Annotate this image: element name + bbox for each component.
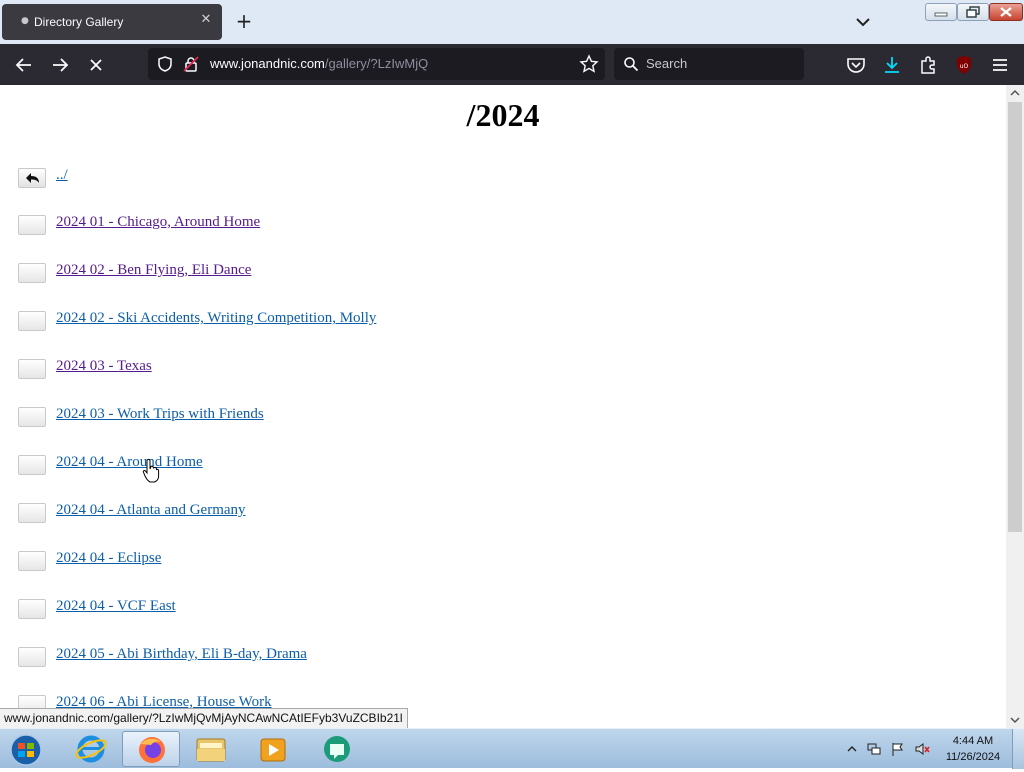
back-arrow-icon[interactable] xyxy=(12,53,36,77)
network-icon[interactable] xyxy=(866,741,882,757)
windows-taskbar: 4:44 AM 11/26/2024 xyxy=(0,728,1024,769)
loading-dot-icon: ● xyxy=(21,16,29,26)
taskbar-app[interactable] xyxy=(308,731,366,767)
url-text[interactable]: www.jonandnic.com/gallery/?LzIwMjQ xyxy=(210,56,428,71)
clock-time: 4:44 AM xyxy=(952,735,994,747)
svg-text:uO: uO xyxy=(960,63,969,70)
taskbar-media-player[interactable] xyxy=(244,731,302,767)
folder-icon[interactable] xyxy=(18,359,46,379)
volume-muted-icon[interactable] xyxy=(914,741,930,757)
folder-icon[interactable] xyxy=(18,599,46,619)
downloads-icon[interactable] xyxy=(880,53,904,77)
url-host: www.jonandnic.com xyxy=(210,56,325,71)
window-minimize-button[interactable] xyxy=(925,3,957,21)
vertical-scrollbar[interactable] xyxy=(1006,85,1024,728)
folder-icon[interactable] xyxy=(18,551,46,571)
tab-directory-gallery[interactable]: ● Directory Gallery ✕ xyxy=(2,4,222,40)
hamburger-menu-icon[interactable] xyxy=(988,53,1012,77)
tracking-shield-icon[interactable] xyxy=(156,55,174,73)
folder-icon[interactable] xyxy=(18,215,46,235)
internet-explorer-icon xyxy=(75,735,107,763)
folder-icon[interactable] xyxy=(18,311,46,331)
folder-link[interactable]: 2024 01 - Chicago, Around Home xyxy=(56,214,260,231)
folder-link[interactable]: 2024 04 - Eclipse xyxy=(56,550,161,567)
page-title: /2024 xyxy=(466,97,540,133)
close-icon xyxy=(1000,7,1012,17)
address-bar[interactable]: www.jonandnic.com/gallery/?LzIwMjQ xyxy=(148,48,605,80)
media-player-icon xyxy=(260,738,286,762)
folder-link[interactable]: 2024 03 - Texas xyxy=(56,358,152,375)
folder-icon[interactable] xyxy=(18,263,46,283)
taskbar-clock[interactable]: 4:44 AM 11/26/2024 xyxy=(938,733,1008,765)
folder-link[interactable]: 2024 03 - Work Trips with Friends xyxy=(56,406,264,423)
restore-icon xyxy=(966,6,980,18)
link-status-url: www.jonandnic.com/gallery/?LzIwMjQvMjAyN… xyxy=(0,708,408,730)
pocket-icon[interactable] xyxy=(844,53,868,77)
minimize-icon xyxy=(934,12,948,17)
folder-icon[interactable] xyxy=(18,455,46,475)
folder-icon[interactable] xyxy=(18,407,46,427)
folder-link[interactable]: 2024 04 - Around Home xyxy=(56,454,203,471)
insecure-lock-icon[interactable] xyxy=(182,55,200,73)
chevron-down-icon xyxy=(856,18,870,27)
file-explorer-icon xyxy=(196,738,226,762)
scroll-up-arrow-icon[interactable] xyxy=(1006,85,1024,101)
taskbar-file-explorer[interactable] xyxy=(182,731,240,767)
scroll-thumb[interactable] xyxy=(1008,102,1022,532)
tab-title: Directory Gallery xyxy=(34,15,124,29)
new-tab-button[interactable]: + xyxy=(233,9,255,33)
folder-link[interactable]: 2024 05 - Abi Birthday, Eli B-day, Drama xyxy=(56,646,307,663)
folder-link[interactable]: 2024 02 - Ski Accidents, Writing Competi… xyxy=(56,310,376,327)
extensions-puzzle-icon[interactable] xyxy=(916,53,940,77)
search-bar[interactable]: Search xyxy=(614,48,804,80)
folder-link[interactable]: 2024 04 - VCF East xyxy=(56,598,176,615)
app-icon xyxy=(324,736,350,762)
show-desktop-button[interactable] xyxy=(1012,729,1024,769)
show-hidden-icons-icon[interactable] xyxy=(844,741,860,757)
parent-directory-link[interactable]: ../ xyxy=(56,167,68,184)
hand-pointer-cursor-icon xyxy=(142,458,160,483)
folder-icon[interactable] xyxy=(18,503,46,523)
bookmark-star-icon[interactable] xyxy=(579,54,599,74)
search-input[interactable]: Search xyxy=(646,56,687,71)
taskbar-internet-explorer[interactable] xyxy=(62,731,120,767)
url-path: /gallery/?LzIwMjQ xyxy=(324,56,429,71)
folder-link[interactable]: 2024 02 - Ben Flying, Eli Dance xyxy=(56,262,251,279)
window-restore-button[interactable] xyxy=(957,3,989,21)
navigation-toolbar: www.jonandnic.com/gallery/?LzIwMjQ Searc… xyxy=(0,44,1024,85)
tab-close-icon[interactable]: ✕ xyxy=(198,12,214,27)
start-button[interactable] xyxy=(0,731,52,767)
folder-icon[interactable] xyxy=(18,647,46,667)
browser-titlebar: ● Directory Gallery ✕ + xyxy=(0,0,1024,44)
folder-link[interactable]: 2024 04 - Atlanta and Germany xyxy=(56,502,246,519)
search-icon xyxy=(624,57,639,72)
back-arrow-folder-icon[interactable] xyxy=(18,168,46,188)
page-viewport: /2024 ../ 2024 01 - Chicago, Around Home… xyxy=(0,85,1006,728)
start-orb-icon xyxy=(10,734,42,766)
window-close-button[interactable] xyxy=(989,3,1023,21)
scroll-down-arrow-icon[interactable] xyxy=(1006,712,1024,728)
taskbar-firefox[interactable] xyxy=(122,731,180,767)
stop-loading-icon[interactable] xyxy=(84,53,108,77)
forward-arrow-icon[interactable] xyxy=(48,53,72,77)
list-all-tabs-button[interactable] xyxy=(852,12,874,32)
firefox-icon xyxy=(139,737,165,763)
action-center-flag-icon[interactable] xyxy=(890,741,906,757)
ublock-origin-icon[interactable]: uO xyxy=(952,53,976,77)
clock-date: 11/26/2024 xyxy=(945,751,1001,763)
